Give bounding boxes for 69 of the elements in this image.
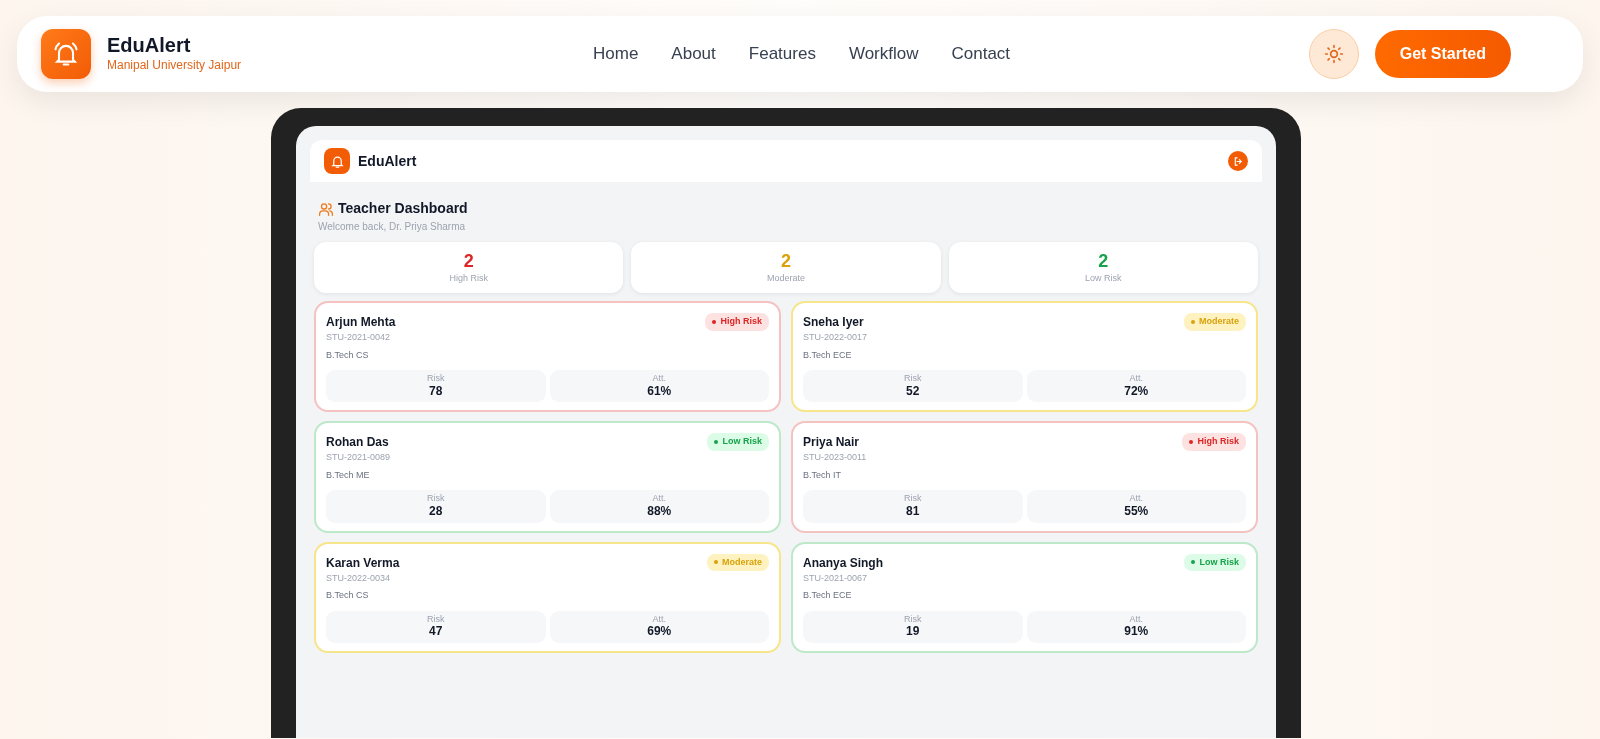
student-id: STU-2021-0042 xyxy=(326,331,392,345)
student-id: STU-2022-0017 xyxy=(803,331,868,345)
student-id: STU-2023-0011 xyxy=(803,451,867,465)
stat-value: 2 xyxy=(462,252,475,272)
risk-label: Risk xyxy=(903,373,923,385)
users-icon xyxy=(318,201,334,216)
student-program: B.Tech ME xyxy=(326,469,371,482)
stat-value: 2 xyxy=(780,252,792,272)
attendance-value: 88% xyxy=(646,504,673,519)
bell-icon xyxy=(324,148,350,174)
attendance-label: Att. xyxy=(651,613,667,625)
nav-link[interactable]: Features xyxy=(748,41,816,67)
nav-link[interactable]: Home xyxy=(593,41,639,67)
risk-label: Risk xyxy=(426,613,446,625)
welcome-text: Welcome back, Dr. Priya Sharma xyxy=(318,220,467,234)
student-name: Sneha Iyer xyxy=(803,314,865,332)
student-name: Arjun Mehta xyxy=(326,314,396,332)
risk-tag: High Risk xyxy=(1182,433,1246,451)
risk-value: 47 xyxy=(428,624,444,639)
nav-link[interactable]: Workflow xyxy=(848,41,919,67)
stat-value: 2 xyxy=(1097,252,1110,272)
risk-label: Risk xyxy=(426,373,446,385)
student-id: STU-2021-0089 xyxy=(326,451,391,465)
attendance-value: 61% xyxy=(646,384,673,399)
student-program: B.Tech IT xyxy=(803,469,842,482)
risk-tag: Low Risk xyxy=(1184,553,1246,572)
attendance-label: Att. xyxy=(1128,613,1144,625)
sun-icon[interactable] xyxy=(1308,29,1359,79)
risk-label: Risk xyxy=(426,493,446,505)
student-program: B.Tech ECE xyxy=(803,348,853,362)
stat-label: Moderate xyxy=(765,271,806,285)
risk-tag: Low Risk xyxy=(707,433,769,451)
attendance-label: Att. xyxy=(651,493,667,505)
risk-value: 19 xyxy=(905,624,921,639)
student-name: Ananya Singh xyxy=(803,554,883,572)
stat-label: Low Risk xyxy=(1084,271,1123,285)
risk-label: Risk xyxy=(903,613,923,625)
attendance-label: Att. xyxy=(651,373,667,385)
risk-label: Risk xyxy=(903,493,923,505)
risk-value: 81 xyxy=(905,504,921,519)
dashboard-title: Teacher Dashboard xyxy=(338,199,468,218)
attendance-value: 91% xyxy=(1123,624,1150,639)
risk-tag: High Risk xyxy=(705,313,769,331)
attendance-value: 55% xyxy=(1123,504,1150,519)
logout-icon[interactable] xyxy=(1228,151,1248,171)
nav-link[interactable]: About xyxy=(671,41,716,67)
risk-value: 52 xyxy=(905,384,921,399)
student-program: B.Tech CS xyxy=(326,589,370,603)
attendance-label: Att. xyxy=(1128,373,1144,385)
attendance-label: Att. xyxy=(1128,493,1144,505)
risk-value: 78 xyxy=(428,384,444,399)
student-id: STU-2021-0067 xyxy=(803,571,869,585)
attendance-value: 72% xyxy=(1123,384,1150,399)
student-program: B.Tech ECE xyxy=(803,589,853,603)
stat-label: High Risk xyxy=(448,271,489,285)
attendance-value: 69% xyxy=(646,624,673,639)
student-name: Priya Nair xyxy=(803,434,861,452)
risk-tag: Moderate xyxy=(1184,313,1246,331)
brand-subtitle: Manipal University Jaipur xyxy=(107,57,242,74)
bell-icon xyxy=(41,29,91,79)
student-name: Karan Verma xyxy=(326,554,400,572)
brand-name: EduAlert xyxy=(107,34,192,56)
student-id: STU-2022-0034 xyxy=(326,571,392,585)
app-brand-name: EduAlert xyxy=(358,151,417,171)
nav-link[interactable]: Contact xyxy=(951,41,1011,67)
student-program: B.Tech CS xyxy=(326,348,370,362)
student-name: Rohan Das xyxy=(326,434,390,452)
risk-tag: Moderate xyxy=(707,553,769,572)
risk-value: 28 xyxy=(428,504,444,519)
